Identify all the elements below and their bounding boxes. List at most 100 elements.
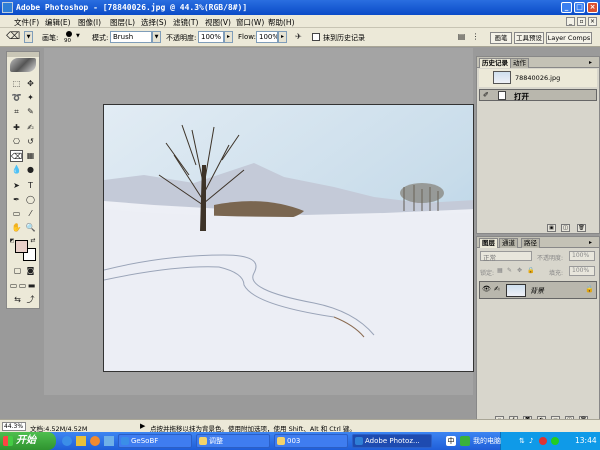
adobe-feather-logo[interactable] bbox=[10, 58, 36, 72]
standard-mode-icon[interactable]: ▢ bbox=[11, 265, 24, 277]
layers-panel-menu-icon[interactable]: ▸ bbox=[589, 239, 597, 246]
menu-layer[interactable]: 图层(L) bbox=[110, 17, 135, 28]
quicklaunch-desktop-icon[interactable] bbox=[104, 436, 114, 446]
zoom-tool-icon[interactable]: 🔍 bbox=[24, 222, 37, 234]
zoom-level[interactable]: 44.3% bbox=[2, 422, 26, 431]
magic-wand-tool-icon[interactable]: ✦ bbox=[24, 92, 37, 104]
notes-tool-icon[interactable]: ▭ bbox=[10, 208, 23, 220]
taskbar-item-folder-adjust[interactable]: 调整 bbox=[196, 434, 270, 448]
quicklaunch-ie-icon[interactable] bbox=[62, 436, 72, 446]
mode-dropdown-icon[interactable]: ▼ bbox=[152, 31, 161, 43]
marquee-tool-icon[interactable]: ⬚ bbox=[10, 78, 23, 90]
layer-visibility-eye-icon[interactable]: 👁 bbox=[482, 285, 491, 293]
pen-tool-icon[interactable]: ✒ bbox=[10, 194, 23, 206]
tab-brushes[interactable]: 画笔 bbox=[490, 32, 512, 44]
lock-all-icon[interactable]: 🔒 bbox=[527, 267, 534, 274]
minimize-button[interactable]: _ bbox=[561, 2, 572, 13]
messenger-icon[interactable] bbox=[551, 437, 559, 445]
opacity-input[interactable]: 100% bbox=[198, 31, 224, 43]
history-panel-menu-icon[interactable]: ▸ bbox=[589, 59, 597, 66]
menu-view[interactable]: 视图(V) bbox=[205, 17, 231, 28]
move-tool-icon[interactable]: ✥ bbox=[24, 78, 37, 90]
swap-colors-icon[interactable]: ⇄ bbox=[29, 237, 37, 245]
quick-mask-mode-icon[interactable]: ◙ bbox=[24, 265, 37, 277]
lock-transparency-icon[interactable]: ▦ bbox=[497, 267, 503, 274]
crop-tool-icon[interactable]: ⌗ bbox=[10, 106, 23, 118]
history-state-open[interactable]: ✐ 打开 bbox=[479, 89, 597, 101]
gradient-tool-icon[interactable]: ▦ bbox=[24, 150, 37, 162]
taskbar-item-gesobf[interactable]: GeSoBF bbox=[118, 434, 192, 448]
lock-position-icon[interactable]: ✥ bbox=[517, 267, 522, 274]
file-browser-icon[interactable]: ▤ bbox=[455, 31, 468, 43]
maximize-button[interactable]: □ bbox=[574, 2, 585, 13]
volume-icon[interactable]: ♪ bbox=[529, 437, 533, 445]
healing-brush-tool-icon[interactable]: ✚ bbox=[10, 122, 23, 134]
default-colors-icon[interactable]: ◩ bbox=[9, 238, 15, 244]
mode-select[interactable]: Brush bbox=[110, 31, 152, 43]
hand-tool-icon[interactable]: ✋ bbox=[10, 222, 23, 234]
doc-close-button[interactable]: × bbox=[588, 17, 597, 26]
standard-screen-mode-icon[interactable]: ▭ bbox=[9, 280, 18, 292]
my-computer-label[interactable]: 我的电脑 bbox=[473, 436, 501, 446]
lock-image-icon[interactable]: ✎ bbox=[507, 267, 512, 274]
tool-preset-dropdown-icon[interactable]: ▼ bbox=[24, 31, 33, 43]
new-document-from-state-icon[interactable]: ▣ bbox=[547, 224, 556, 232]
menu-window[interactable]: 窗口(W) bbox=[236, 17, 264, 28]
clone-stamp-tool-icon[interactable]: ⎔ bbox=[10, 136, 23, 148]
type-tool-icon[interactable]: T bbox=[24, 180, 37, 192]
taskbar-item-photoshop[interactable]: Adobe Photoz... bbox=[352, 434, 432, 448]
menu-edit[interactable]: 编辑(E) bbox=[45, 17, 71, 28]
shape-tool-icon[interactable]: ◯ bbox=[24, 194, 37, 206]
foreground-color-swatch[interactable] bbox=[15, 240, 28, 253]
status-menu-icon[interactable]: ▶ bbox=[140, 422, 145, 430]
flow-slider-icon[interactable]: ▸ bbox=[278, 31, 287, 43]
airbrush-icon[interactable]: ✈ bbox=[292, 31, 305, 43]
layer-row-background[interactable]: 👁 ✍ 背景 🔒 bbox=[479, 281, 597, 299]
slice-tool-icon[interactable]: ✎ bbox=[24, 106, 37, 118]
clock[interactable]: 13:44 bbox=[575, 436, 597, 445]
menu-select[interactable]: 选择(S) bbox=[141, 17, 167, 28]
quicklaunch-mail-icon[interactable] bbox=[76, 436, 86, 446]
imageready-icon[interactable]: ⤴ bbox=[24, 294, 37, 306]
tab-actions[interactable]: 动作 bbox=[510, 58, 529, 68]
tab-layer-comps[interactable]: Layer Comps bbox=[546, 32, 592, 44]
ime-icon[interactable]: 中 bbox=[446, 436, 456, 446]
eraser-tool-preset-icon[interactable]: ⌫ bbox=[6, 31, 20, 43]
delete-state-icon[interactable]: 🗑 bbox=[577, 224, 586, 232]
tab-channels[interactable]: 通道 bbox=[499, 238, 518, 248]
blend-mode-select[interactable]: 正常 bbox=[480, 251, 532, 262]
new-snapshot-icon[interactable]: ◫ bbox=[561, 224, 570, 232]
full-screen-menu-mode-icon[interactable]: ▭ bbox=[18, 280, 27, 292]
jump-to-imageready-icon[interactable]: ⇆ bbox=[11, 294, 24, 306]
flow-input[interactable]: 100% bbox=[256, 31, 278, 43]
quicklaunch-player-icon[interactable] bbox=[90, 436, 100, 446]
dodge-tool-icon[interactable]: ● bbox=[24, 164, 37, 176]
tray-app-icon[interactable] bbox=[460, 436, 470, 446]
tab-layers[interactable]: 图层 bbox=[479, 238, 498, 248]
menu-file[interactable]: 文件(F) bbox=[14, 17, 39, 28]
document-image[interactable] bbox=[103, 104, 474, 372]
brush-dropdown-icon[interactable]: ▼ bbox=[76, 33, 80, 39]
menu-image[interactable]: 图像(I) bbox=[78, 17, 101, 28]
tab-tool-presets[interactable]: 工具预设 bbox=[514, 32, 544, 44]
menu-filter[interactable]: 滤镜(T) bbox=[173, 17, 198, 28]
layer-opacity-input[interactable]: 100% bbox=[569, 251, 595, 261]
fill-input[interactable]: 100% bbox=[569, 266, 595, 276]
history-brush-source-icon[interactable]: ✐ bbox=[483, 91, 489, 99]
menu-help[interactable]: 帮助(H) bbox=[268, 17, 295, 28]
erase-to-history-checkbox[interactable] bbox=[312, 33, 320, 41]
history-snapshot[interactable]: 78840026.jpg bbox=[479, 69, 597, 87]
brush-picker[interactable]: 90 bbox=[62, 30, 76, 45]
doc-restore-button[interactable]: ▫ bbox=[577, 17, 586, 26]
tab-history[interactable]: 历史记录 bbox=[479, 58, 511, 68]
close-button[interactable]: × bbox=[587, 2, 598, 13]
doc-minimize-button[interactable]: _ bbox=[566, 17, 575, 26]
eraser-tool-icon[interactable]: ⌫ bbox=[10, 150, 23, 162]
brush-tool-icon[interactable]: ✍ bbox=[24, 122, 37, 134]
network-icon[interactable]: ⇅ bbox=[519, 437, 525, 445]
blur-tool-icon[interactable]: 💧 bbox=[10, 164, 23, 176]
toolbox-grip[interactable] bbox=[7, 52, 39, 57]
path-selection-tool-icon[interactable]: ➤ bbox=[10, 180, 23, 192]
antivirus-icon[interactable] bbox=[539, 437, 547, 445]
opacity-slider-icon[interactable]: ▸ bbox=[224, 31, 233, 43]
